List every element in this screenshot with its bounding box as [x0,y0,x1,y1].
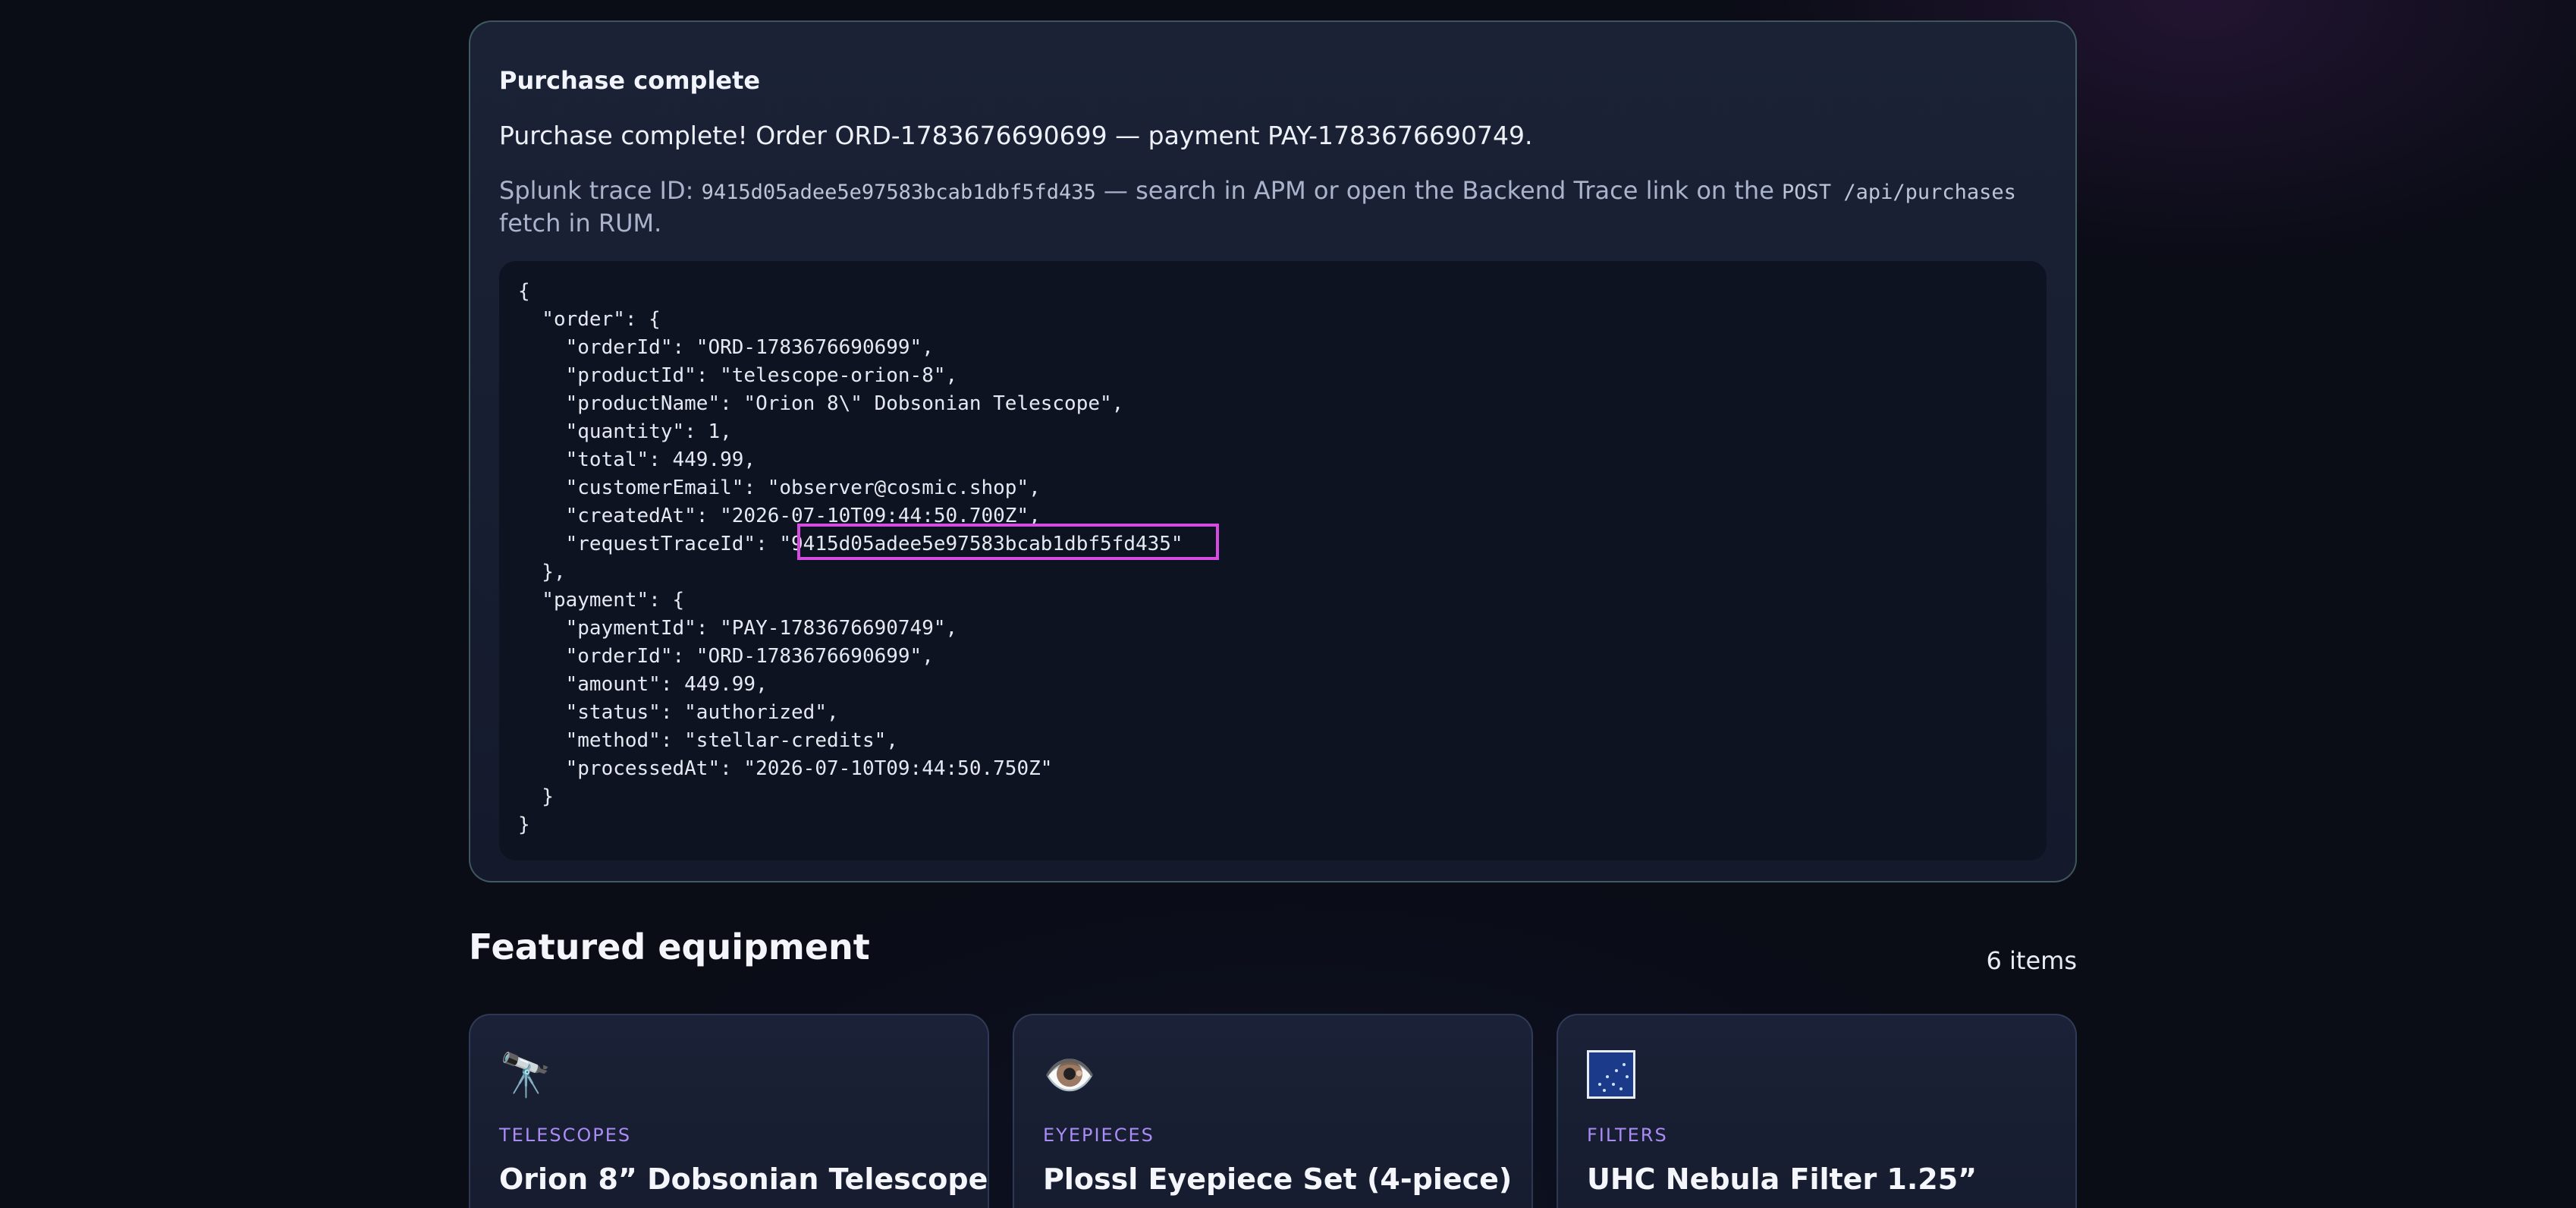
item-count: 6 items [1986,946,2078,975]
panel-title: Purchase complete [499,66,761,95]
json-response-block: { "order": { "orderId": "ORD-17836766906… [499,261,2047,860]
product-name[interactable]: Plossl Eyepiece Set (4-piece) [1043,1162,1512,1196]
trace-mid: — search in APM or open the Backend Trac… [1095,176,1783,205]
product-category: FILTERS [1587,1125,1668,1146]
product-category: TELESCOPES [499,1125,632,1146]
trace-endpoint: POST /api/purchases [1782,181,2016,204]
trace-id: 9415d05adee5e97583bcab1dbf5fd435 [701,181,1096,204]
section-title: Featured equipment [469,926,870,967]
trace-info: Splunk trace ID: 9415d05adee5e97583bcab1… [499,175,2054,238]
telescope-icon: 🔭 [499,1051,552,1100]
product-category: EYEPIECES [1043,1125,1154,1146]
purchase-result-panel: Purchase complete Purchase complete! Ord… [469,20,2077,882]
trace-id-highlight [797,524,1219,560]
trace-prefix: Splunk trace ID: [499,176,702,205]
trace-suffix: fetch in RUM. [499,209,662,238]
product-card[interactable]: FILTERS UHC Nebula Filter 1.25” [1557,1014,2077,1208]
nebula-image-icon [1587,1050,1635,1099]
eye-icon: 👁️ [1043,1051,1096,1100]
product-card[interactable]: 👁️ EYEPIECES Plossl Eyepiece Set (4-piec… [1013,1014,1533,1208]
product-name[interactable]: UHC Nebula Filter 1.25” [1587,1162,1977,1196]
product-name[interactable]: Orion 8” Dobsonian Telescope [499,1162,988,1196]
page-content: Purchase complete Purchase complete! Ord… [469,0,2077,1208]
purchase-message: Purchase complete! Order ORD-17836766906… [499,121,1533,150]
product-card[interactable]: 🔭 TELESCOPES Orion 8” Dobsonian Telescop… [469,1014,989,1208]
